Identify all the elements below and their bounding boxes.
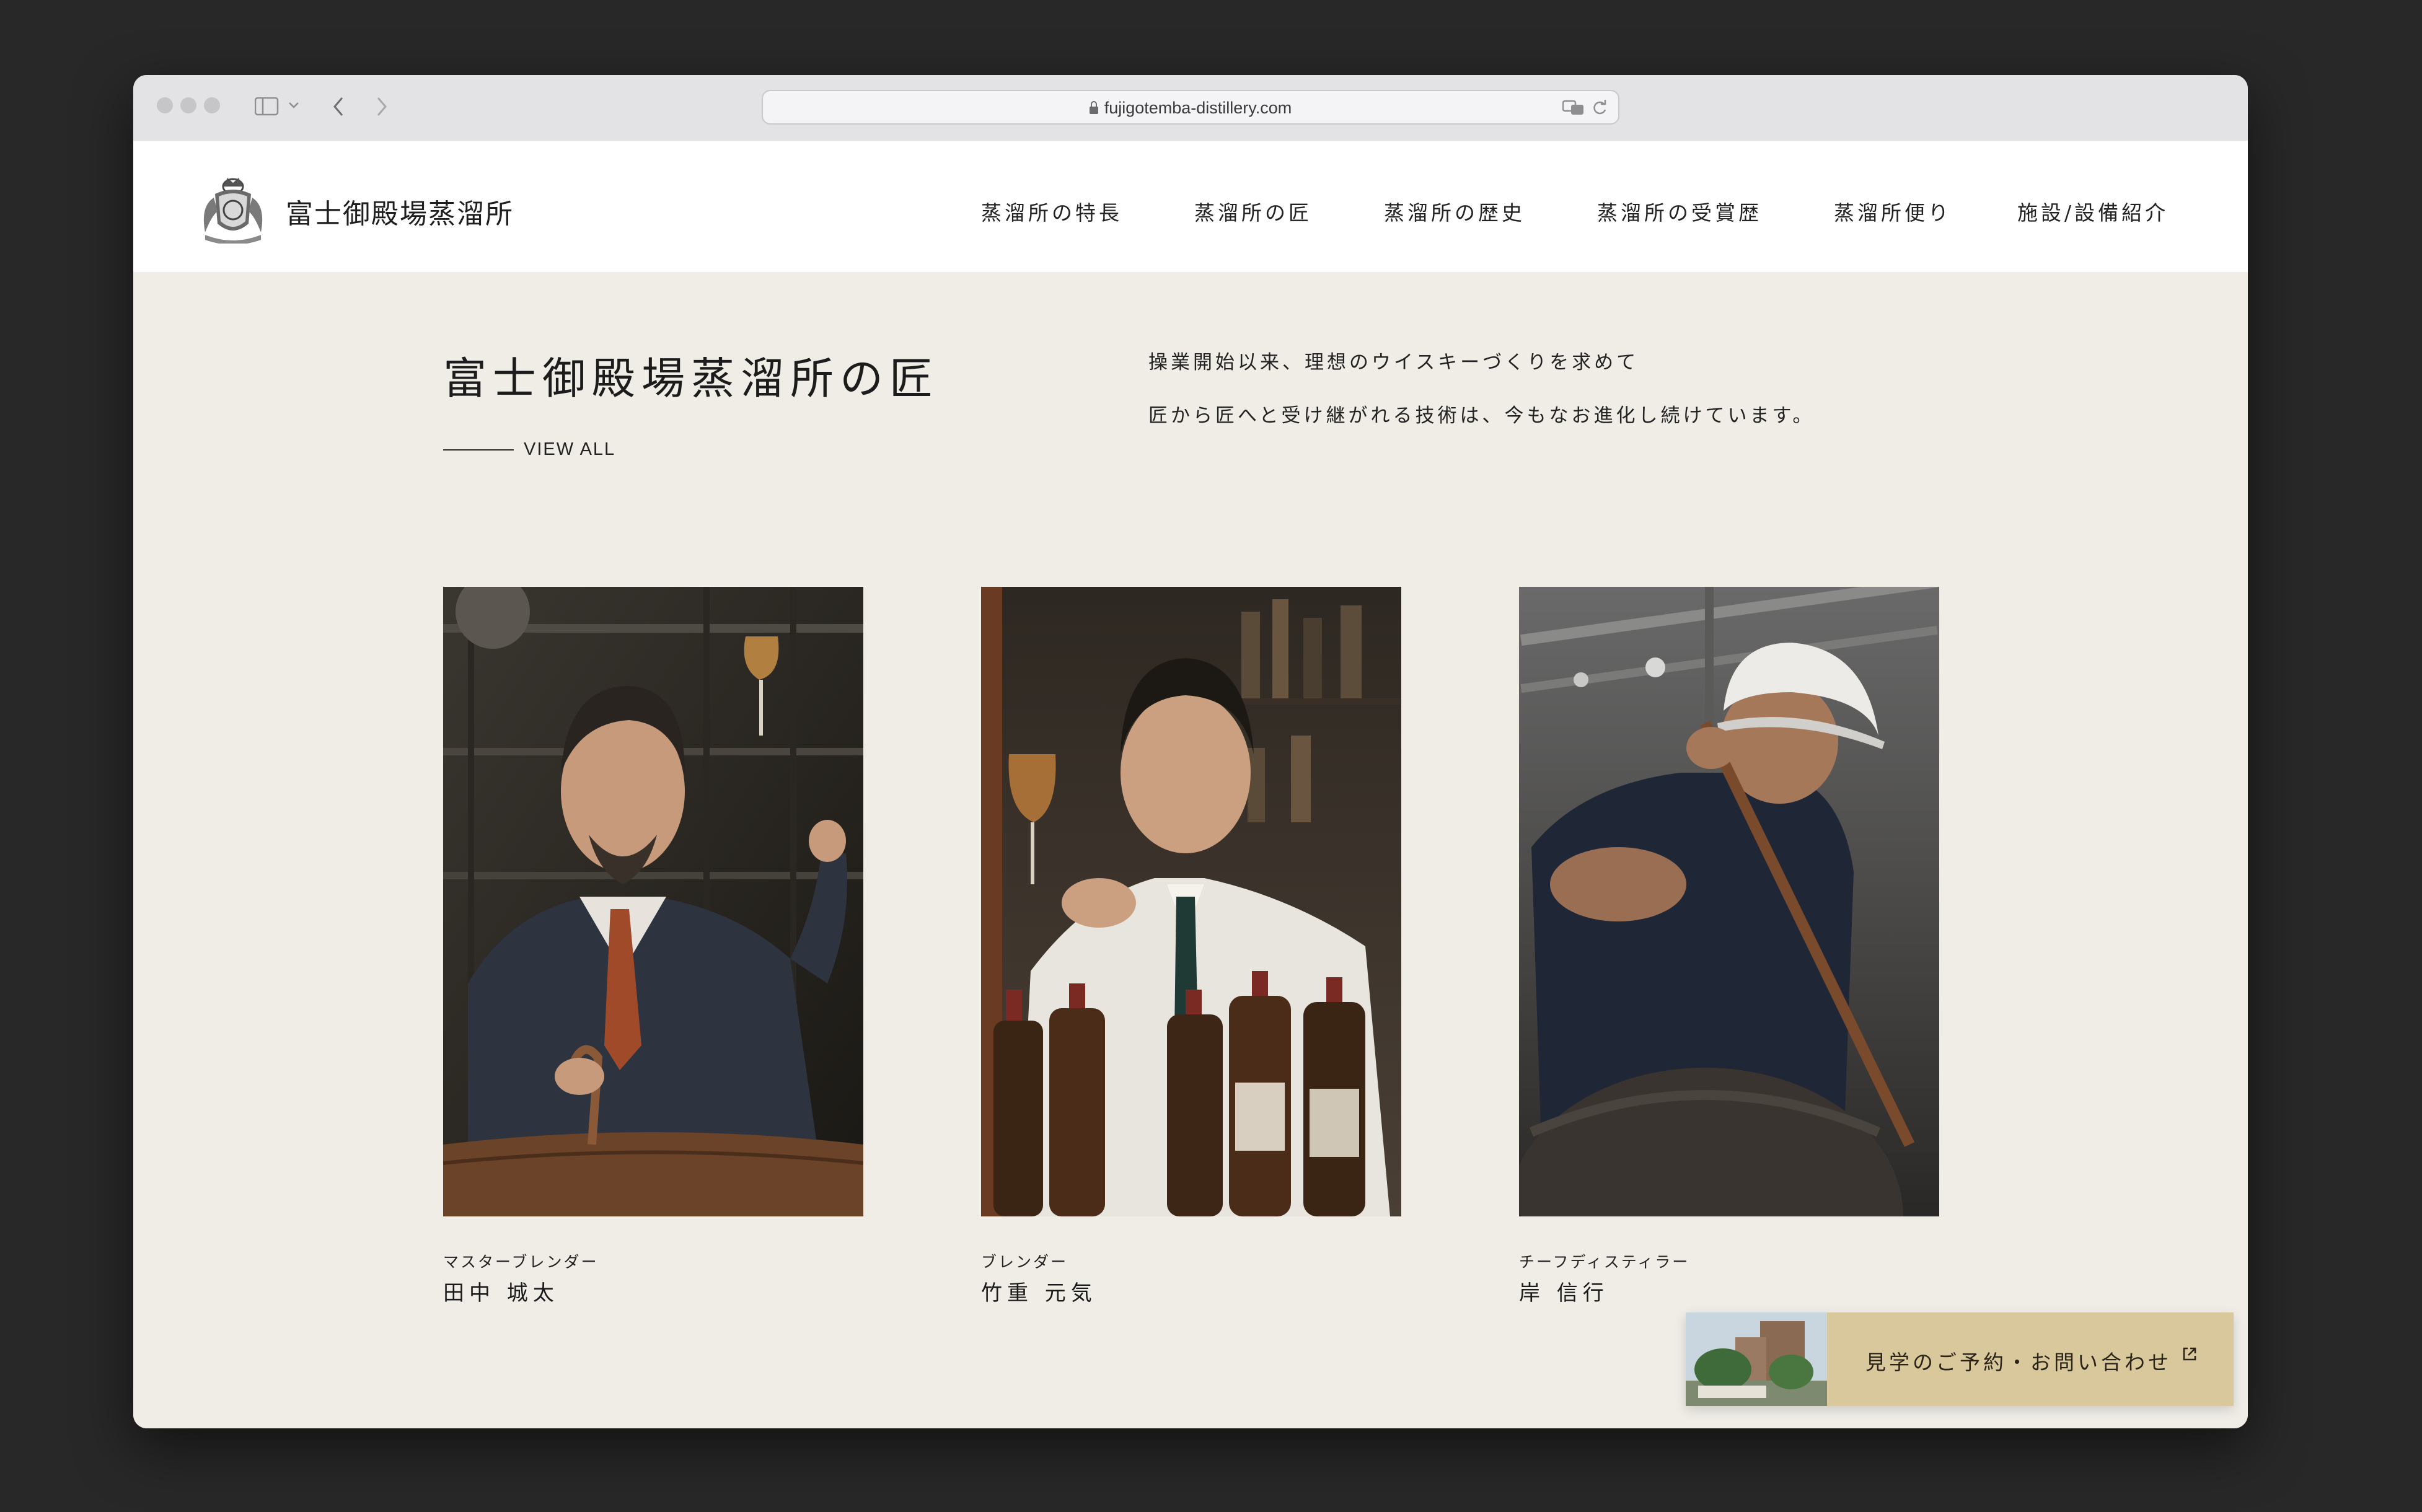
nav-masters[interactable]: 蒸溜所の匠 [1194, 196, 1312, 226]
master-blender-photo[interactable] [443, 587, 863, 1216]
site-logo-text[interactable]: 富士御殿場蒸溜所 [286, 191, 514, 231]
browser-window: fujigotemba-distillery.com 富士御殿場蒸溜所 蒸溜所の… [133, 75, 2248, 1428]
site-header: 富士御殿場蒸溜所 蒸溜所の特長 蒸溜所の匠 蒸溜所の歴史 蒸溜所の受賞歴 蒸溜所… [133, 141, 2248, 272]
nav-awards[interactable]: 蒸溜所の受賞歴 [1597, 196, 1762, 226]
back-icon[interactable] [332, 96, 345, 117]
view-all-line [443, 449, 514, 451]
tour-booking-label: 見学のご予約・お問い合わせ [1865, 1350, 2172, 1374]
nav-facilities[interactable]: 施設/設備紹介 [2017, 196, 2169, 226]
sidebar-toggle-icon[interactable] [255, 97, 280, 116]
blender-photo[interactable] [981, 587, 1401, 1216]
translate-icon[interactable] [1562, 100, 1586, 116]
masters-section: 富士御殿場蒸溜所の匠 VIEW ALL 操業開始以来、理想のウイスキーづくりを求… [133, 272, 2248, 1428]
nav-history[interactable]: 蒸溜所の歴史 [1384, 196, 1525, 226]
master-name: 田中 城太 [443, 1281, 559, 1306]
nav-news[interactable]: 蒸溜所便り [1834, 196, 1952, 226]
master-role: チーフディスティラー [1519, 1253, 1690, 1271]
chief-distiller-photo[interactable] [1519, 587, 1939, 1216]
distillery-crest-logo[interactable] [196, 173, 270, 244]
master-name: 竹重 元気 [981, 1281, 1097, 1306]
distillery-building-thumbnail [1686, 1312, 1827, 1406]
reload-icon[interactable] [1592, 100, 1608, 116]
external-link-icon [2183, 1347, 2196, 1361]
master-role: マスターブレンダー [443, 1253, 599, 1271]
tour-booking-cta[interactable]: 見学のご予約・お問い合わせ [1686, 1312, 2234, 1406]
lead-text-line-1: 操業開始以来、理想のウイスキーづくりを求めて [1148, 351, 1639, 374]
minimize-window-button[interactable] [180, 97, 196, 113]
close-window-button[interactable] [157, 97, 173, 113]
lock-icon [1089, 101, 1098, 114]
nav-features[interactable]: 蒸溜所の特長 [981, 196, 1122, 226]
browser-toolbar: fujigotemba-distillery.com [133, 75, 2248, 142]
address-bar[interactable]: fujigotemba-distillery.com [762, 90, 1619, 125]
master-name: 岸 信行 [1519, 1281, 1609, 1306]
section-title: 富士御殿場蒸溜所の匠 [443, 353, 939, 404]
chevron-down-icon[interactable] [288, 101, 299, 110]
master-role: ブレンダー [981, 1253, 1068, 1271]
zoom-window-button[interactable] [204, 97, 220, 113]
lead-text-line-2: 匠から匠へと受け継がれる技術は、今もなお進化し続けています。 [1148, 405, 1815, 427]
view-all-label: VIEW ALL [524, 439, 616, 459]
address-bar-url: fujigotemba-distillery.com [763, 99, 1618, 118]
forward-icon[interactable] [375, 96, 389, 117]
